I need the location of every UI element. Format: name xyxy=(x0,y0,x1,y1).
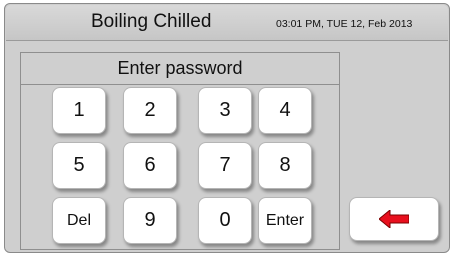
key-2[interactable]: 2 xyxy=(123,87,177,134)
enter-key[interactable]: Enter xyxy=(258,197,312,244)
key-1[interactable]: 1 xyxy=(52,87,106,134)
left-arrow-icon xyxy=(379,210,409,228)
key-9[interactable]: 9 xyxy=(123,197,177,244)
back-button[interactable] xyxy=(349,197,439,241)
key-0[interactable]: 0 xyxy=(198,197,252,244)
key-8[interactable]: 8 xyxy=(258,142,312,189)
key-5[interactable]: 5 xyxy=(52,142,106,189)
page-title: Boiling Chilled xyxy=(91,11,212,32)
header-bar: Boiling Chilled 03:01 PM, TUE 12, Feb 20… xyxy=(6,5,448,41)
key-7[interactable]: 7 xyxy=(198,142,252,189)
key-6[interactable]: 6 xyxy=(123,142,177,189)
delete-key[interactable]: Del xyxy=(52,197,106,244)
password-prompt: Enter password xyxy=(21,53,339,85)
key-3[interactable]: 3 xyxy=(198,87,252,134)
datetime: 03:01 PM, TUE 12, Feb 2013 xyxy=(276,18,413,30)
key-4[interactable]: 4 xyxy=(258,87,312,134)
